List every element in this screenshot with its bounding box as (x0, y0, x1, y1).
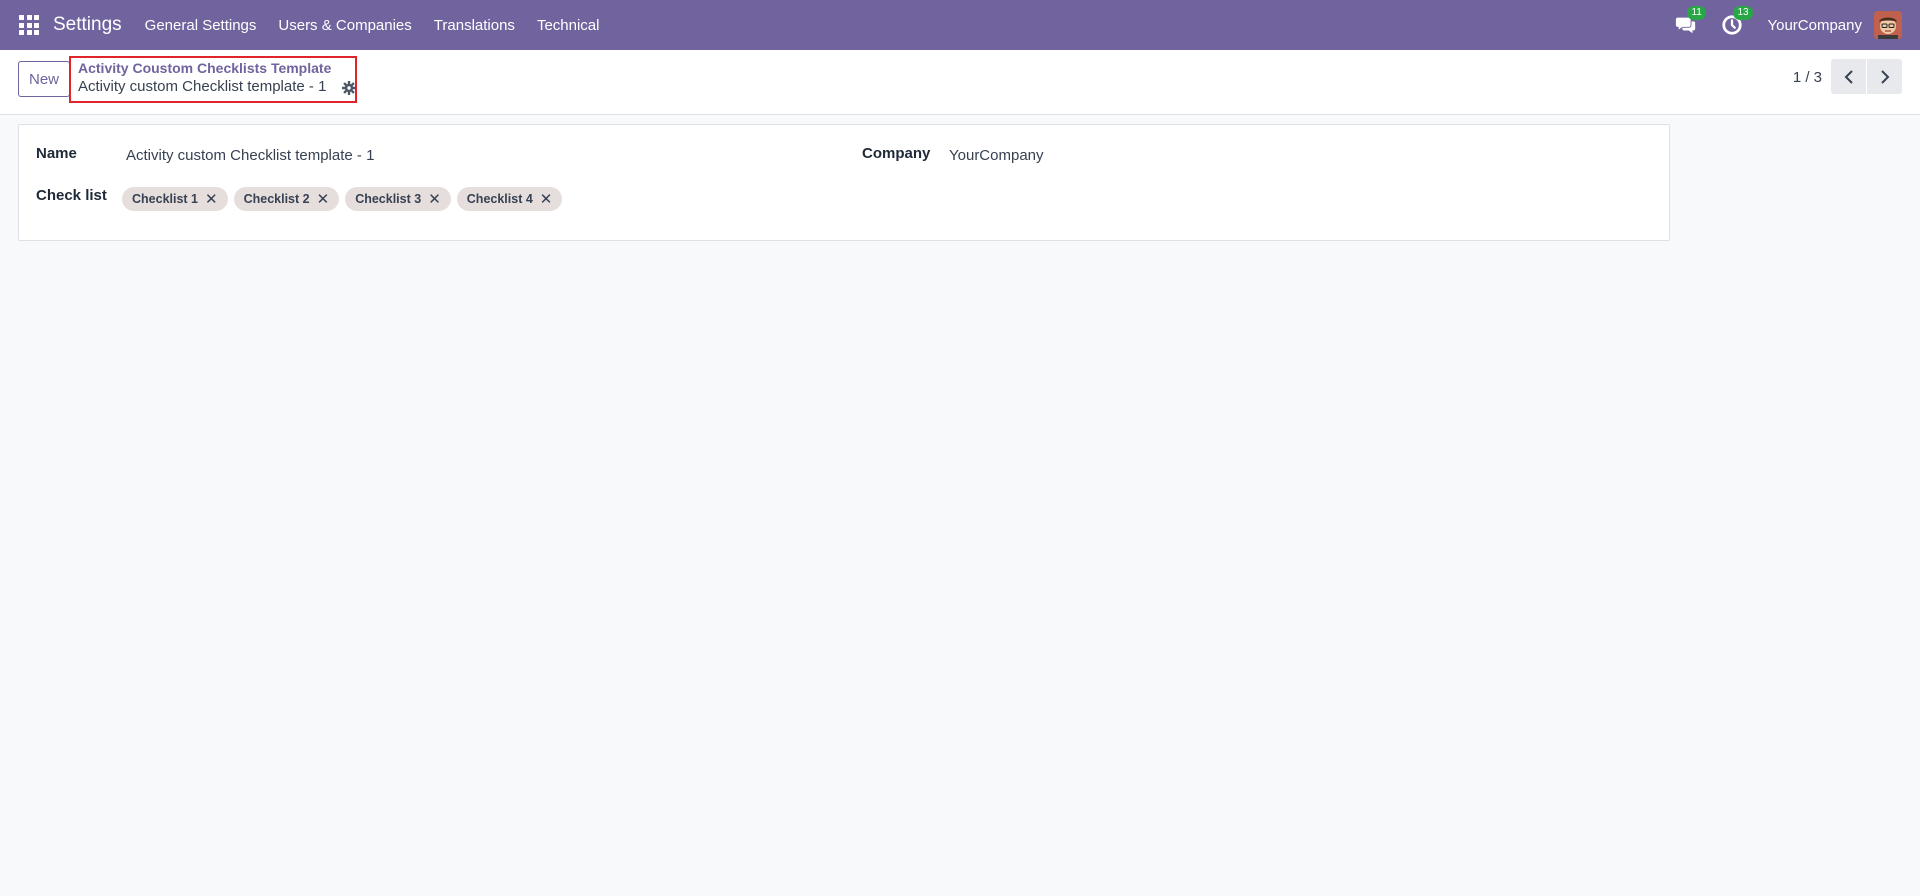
activities-count-badge: 13 (1733, 6, 1753, 20)
checklist-tag: Checklist 4 ✕ (456, 187, 563, 211)
user-face-icon (1874, 11, 1902, 39)
tag-label: Checklist 1 (132, 192, 199, 206)
top-navbar: Settings General Settings Users & Compan… (0, 0, 1920, 50)
menu-technical[interactable]: Technical (537, 17, 600, 34)
menu-general-settings[interactable]: General Settings (145, 17, 257, 34)
tag-label: Checklist 3 (355, 192, 422, 206)
pager-next-button[interactable] (1867, 59, 1902, 94)
breadcrumb-parent-link[interactable]: Activity Coustom Checklists Template (78, 60, 331, 76)
close-icon[interactable]: ✕ (428, 192, 441, 207)
breadcrumb: Activity Coustom Checklists Template Act… (69, 56, 357, 103)
tag-label: Checklist 4 (466, 192, 533, 206)
breadcrumb-current-record: Activity custom Checklist template - 1 (78, 78, 327, 95)
messages-count-badge: 11 (1687, 6, 1706, 20)
checklist-tag: Checklist 3 ✕ (345, 187, 451, 211)
app-title[interactable]: Settings (53, 14, 122, 36)
control-panel: New Activity Coustom Checklists Template… (0, 50, 1920, 115)
chevron-left-icon (1844, 69, 1853, 84)
company-switcher[interactable]: YourCompany (1767, 17, 1862, 34)
close-icon[interactable]: ✕ (317, 192, 330, 207)
systray: 11 13 YourCompany (1675, 0, 1902, 50)
checklist-tags[interactable]: Checklist 1 ✕ Checklist 2 ✕ Checklist 3 … (122, 187, 568, 211)
user-avatar[interactable] (1874, 11, 1902, 39)
menu-users-companies[interactable]: Users & Companies (278, 17, 411, 34)
activities-button[interactable]: 13 (1721, 6, 1753, 36)
form-sheet: Name Activity custom Checklist template … (18, 124, 1670, 241)
pager-previous-button[interactable] (1831, 59, 1866, 94)
company-label: Company (862, 145, 931, 162)
checklist-label: Check list (36, 187, 107, 204)
tag-label: Checklist 2 (243, 192, 310, 206)
pager-value[interactable]: 1 / 3 (1793, 69, 1822, 86)
menu-translations[interactable]: Translations (434, 17, 515, 34)
new-button[interactable]: New (18, 61, 70, 97)
close-icon[interactable]: ✕ (540, 192, 553, 207)
close-icon[interactable]: ✕ (205, 192, 218, 207)
name-field[interactable]: Activity custom Checklist template - 1 (126, 147, 374, 164)
messaging-button[interactable]: 11 (1675, 6, 1706, 36)
apps-menu-icon[interactable] (19, 15, 39, 35)
company-field[interactable]: YourCompany (949, 147, 1044, 164)
checklist-tag: Checklist 2 ✕ (233, 187, 340, 211)
checklist-tag: Checklist 1 ✕ (122, 187, 228, 211)
gear-icon[interactable] (341, 80, 357, 96)
chevron-right-icon (1880, 69, 1889, 84)
main-menu: General Settings Users & Companies Trans… (145, 17, 622, 34)
name-label: Name (36, 145, 77, 162)
